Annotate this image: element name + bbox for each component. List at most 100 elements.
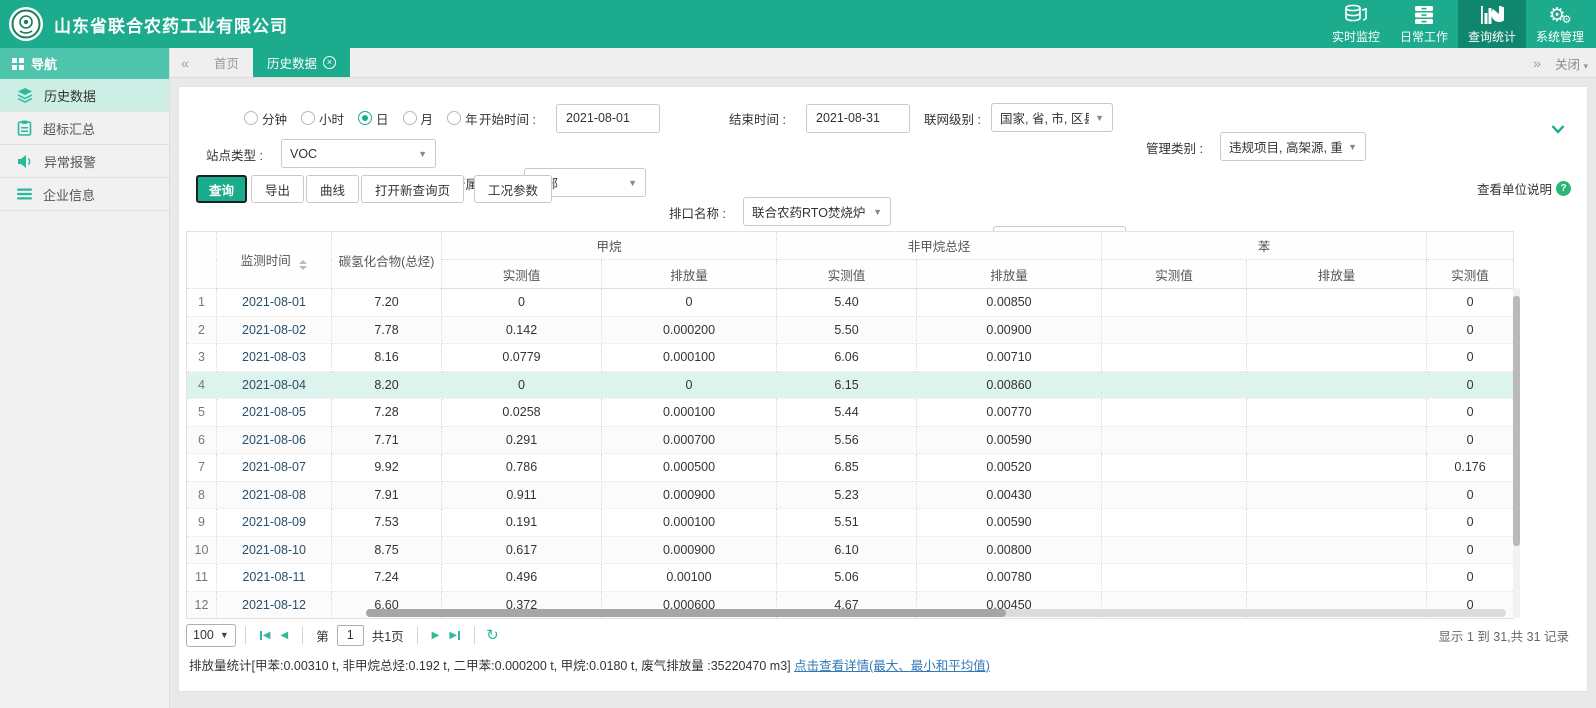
- table-row[interactable]: 22021-08-027.780.1420.0002005.500.009000: [187, 316, 1514, 344]
- value-cell: 6.15: [777, 371, 917, 399]
- sidebar-item-abnormal-alarm[interactable]: 异常报警: [0, 145, 169, 178]
- value-cell: 0: [1427, 316, 1514, 344]
- value-cell: 5.23: [777, 481, 917, 509]
- data-table-wrap: 监测时间 碳氢化合物(总烃) 甲烷 非甲烷总烃 苯 实测值 排放量 实测值 排放…: [186, 231, 1520, 618]
- table-row[interactable]: 82021-08-087.910.9110.0009005.230.004300: [187, 481, 1514, 509]
- value-cell: 0: [602, 289, 777, 317]
- table-row[interactable]: 102021-08-108.750.6170.0009006.100.00800…: [187, 536, 1514, 564]
- new-query-page-button[interactable]: 打开新查询页: [361, 175, 464, 203]
- chevron-down-icon: ▼: [418, 149, 427, 159]
- date-cell[interactable]: 2021-08-09: [217, 509, 332, 537]
- prev-page-button[interactable]: ◀: [280, 630, 288, 641]
- main-area: « 首页 历史数据 × » 关闭 ▾ 分钟 小时 日 月 年 开始时间 :: [170, 48, 1596, 708]
- nav-query-statistics[interactable]: 查询统计: [1458, 0, 1526, 48]
- value-cell: [1247, 371, 1427, 399]
- last-page-button[interactable]: ▶: [449, 630, 460, 641]
- table-row[interactable]: 42021-08-048.20006.150.008600: [187, 371, 1514, 399]
- value-cell: 7.28: [332, 399, 442, 427]
- value-cell: 5.44: [777, 399, 917, 427]
- sort-icon[interactable]: [299, 260, 307, 270]
- value-cell: 5.06: [777, 564, 917, 592]
- tab-close-icon[interactable]: ×: [323, 56, 336, 69]
- horizontal-scrollbar-thumb[interactable]: [366, 609, 1006, 617]
- value-cell: [1247, 316, 1427, 344]
- curve-button[interactable]: 曲线: [306, 175, 359, 203]
- date-cell[interactable]: 2021-08-07: [217, 454, 332, 482]
- sub-header-measured: 实测值: [777, 260, 917, 289]
- tab-history-data[interactable]: 历史数据 ×: [253, 48, 350, 77]
- end-time-input[interactable]: [806, 104, 910, 133]
- radio-month[interactable]: 月: [403, 109, 434, 128]
- date-cell[interactable]: 2021-08-10: [217, 536, 332, 564]
- date-cell[interactable]: 2021-08-03: [217, 344, 332, 372]
- value-cell: 0.000100: [602, 509, 777, 537]
- radio-hour[interactable]: 小时: [301, 109, 344, 128]
- value-cell: [1247, 399, 1427, 427]
- date-cell[interactable]: 2021-08-12: [217, 591, 332, 619]
- page-size-select[interactable]: 100 ▼: [186, 624, 236, 647]
- unit-help-link[interactable]: 查看单位说明 ?: [1477, 179, 1571, 198]
- export-button[interactable]: 导出: [251, 175, 304, 203]
- header-nav: 实时监控 日常工作: [1322, 0, 1594, 48]
- pagination-bar: 100 ▼ ◀ ◀ 第 共1页 ▶ ▶ ↻ 显示 1 到 31,共 31 记录: [186, 621, 1579, 649]
- vertical-scrollbar[interactable]: [1513, 288, 1520, 618]
- tabs-scroll-left-icon[interactable]: «: [170, 48, 200, 77]
- collapse-filters-icon[interactable]: [1551, 121, 1565, 139]
- station-type-select[interactable]: VOC ▼: [281, 139, 436, 168]
- question-icon: ?: [1556, 181, 1571, 196]
- app-header: 山东省联合农药工业有限公司 实时监控: [0, 0, 1596, 48]
- thc-column-header: 碳氢化合物(总烃): [332, 232, 442, 289]
- table-row[interactable]: 72021-08-079.920.7860.0005006.850.005200…: [187, 454, 1514, 482]
- table-row[interactable]: 62021-08-067.710.2910.0007005.560.005900: [187, 426, 1514, 454]
- tabs-scroll-right-icon[interactable]: »: [1533, 55, 1541, 71]
- outlet-name-label: 排口名称 :: [669, 203, 726, 222]
- time-column-header[interactable]: 监测时间: [217, 232, 332, 289]
- view-details-link[interactable]: 点击查看详情(最大、最小和平均值): [794, 659, 990, 673]
- nav-realtime-monitor[interactable]: 实时监控: [1322, 0, 1390, 48]
- speaker-icon: [17, 154, 33, 169]
- sidebar-item-history-data[interactable]: 历史数据: [0, 79, 169, 112]
- sidebar: 导航 历史数据 超标汇总 异常报警 企业信息: [0, 48, 170, 708]
- sub-header-emission: 排放量: [602, 260, 777, 289]
- network-level-select[interactable]: 国家, 省, 市, 区县 ▼: [991, 103, 1113, 132]
- table-row[interactable]: 112021-08-117.240.4960.001005.060.007800: [187, 564, 1514, 592]
- value-cell: 0.176: [1427, 454, 1514, 482]
- date-cell[interactable]: 2021-08-01: [217, 289, 332, 317]
- value-cell: 0.00800: [917, 536, 1102, 564]
- value-cell: 0.000200: [602, 316, 777, 344]
- date-cell[interactable]: 2021-08-02: [217, 316, 332, 344]
- row-number-cell: 2: [187, 316, 217, 344]
- sidebar-item-exceedance-summary[interactable]: 超标汇总: [0, 112, 169, 145]
- tab-home[interactable]: 首页: [200, 48, 253, 77]
- nav-system-management[interactable]: ⚙⚙ 系统管理: [1526, 0, 1594, 48]
- start-time-input[interactable]: [556, 104, 660, 133]
- refresh-icon[interactable]: ↻: [486, 626, 499, 644]
- page-input[interactable]: [337, 625, 364, 646]
- table-row[interactable]: 52021-08-057.280.02580.0001005.440.00770…: [187, 399, 1514, 427]
- date-cell[interactable]: 2021-08-05: [217, 399, 332, 427]
- station-type-label: 站点类型 :: [206, 145, 263, 164]
- date-cell[interactable]: 2021-08-11: [217, 564, 332, 592]
- sidebar-item-enterprise-info[interactable]: 企业信息: [0, 178, 169, 211]
- query-button[interactable]: 查询: [196, 175, 247, 203]
- vertical-scrollbar-thumb[interactable]: [1513, 296, 1520, 546]
- sub-header-measured: 实测值: [442, 260, 602, 289]
- table-row[interactable]: 92021-08-097.530.1910.0001005.510.005900: [187, 509, 1514, 537]
- next-page-button[interactable]: ▶: [432, 630, 440, 641]
- first-page-button[interactable]: ◀: [260, 630, 271, 641]
- value-cell: 0.617: [442, 536, 602, 564]
- table-row[interactable]: 12021-08-017.20005.400.008500: [187, 289, 1514, 317]
- radio-day[interactable]: 日: [358, 109, 389, 128]
- date-cell[interactable]: 2021-08-06: [217, 426, 332, 454]
- horizontal-scrollbar[interactable]: [366, 609, 1506, 617]
- date-cell[interactable]: 2021-08-08: [217, 481, 332, 509]
- value-cell: 0.000900: [602, 481, 777, 509]
- radio-year[interactable]: 年: [447, 109, 478, 128]
- sub-header-measured: 实测值: [1102, 260, 1247, 289]
- nav-daily-work[interactable]: 日常工作: [1390, 0, 1458, 48]
- close-tabs-dropdown[interactable]: 关闭 ▾: [1555, 54, 1588, 73]
- table-row[interactable]: 32021-08-038.160.07790.0001006.060.00710…: [187, 344, 1514, 372]
- radio-minute[interactable]: 分钟: [244, 109, 287, 128]
- date-cell[interactable]: 2021-08-04: [217, 371, 332, 399]
- condition-params-button[interactable]: 工况参数: [474, 175, 552, 203]
